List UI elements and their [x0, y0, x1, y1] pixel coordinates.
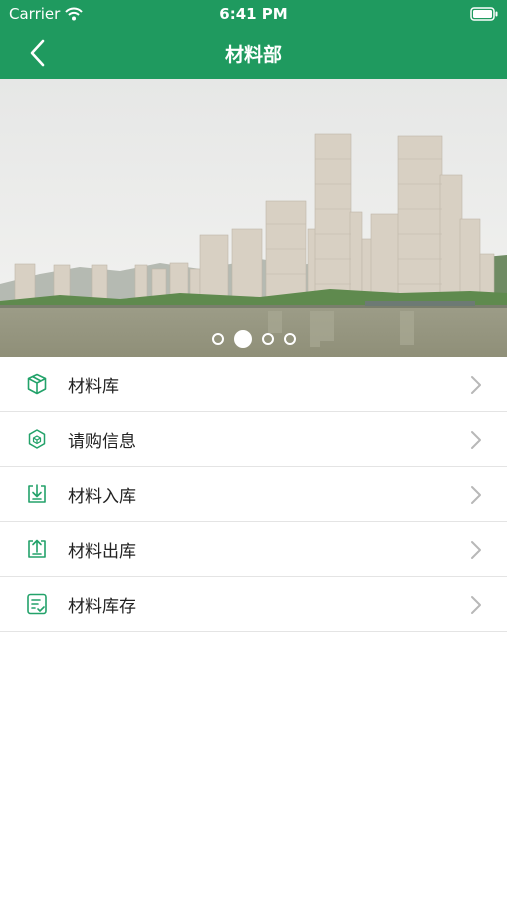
outbound-icon	[28, 539, 46, 558]
menu-item-label: 材料出库	[68, 541, 136, 562]
status-bar: Carrier 6:41 PM	[0, 0, 507, 28]
menu-item-material-inbound[interactable]: 材料入库	[0, 467, 507, 522]
chevron-right-icon	[471, 376, 481, 394]
menu-item-label: 请购信息	[68, 431, 136, 452]
menu-item-material-outbound[interactable]: 材料出库	[0, 522, 507, 577]
menu-item-purchase-request[interactable]: 请购信息	[0, 412, 507, 467]
menu-item-material-inventory[interactable]: 材料库存	[0, 577, 507, 632]
nav-bar: 材料部	[0, 28, 507, 79]
menu-item-label: 材料库存	[68, 596, 136, 617]
app-header: Carrier 6:41 PM 材料部	[0, 0, 507, 79]
menu-item-label: 材料库	[68, 376, 119, 397]
status-time: 6:41 PM	[219, 5, 288, 23]
page-title: 材料部	[224, 44, 282, 66]
menu-item-label: 材料入库	[68, 486, 136, 507]
chevron-right-icon	[471, 486, 481, 504]
inbound-icon	[28, 484, 46, 503]
menu-item-material-library[interactable]: 材料库	[0, 357, 507, 412]
carousel-indicator[interactable]	[0, 330, 507, 348]
carousel-dot[interactable]	[233, 330, 252, 348]
chevron-right-icon	[471, 431, 481, 449]
menu-list: 材料库 请购信息 材料入库 材料出库 材料库存	[0, 357, 507, 632]
banner-carousel[interactable]	[0, 79, 507, 357]
package-icon	[27, 373, 47, 395]
carousel-dot[interactable]	[261, 333, 274, 345]
carousel-dot[interactable]	[211, 333, 224, 345]
chevron-right-icon	[471, 596, 481, 614]
battery-icon	[470, 7, 498, 21]
carousel-dot[interactable]	[283, 333, 296, 345]
purchase-request-icon	[28, 429, 46, 449]
inventory-icon	[27, 593, 47, 615]
banner-image	[0, 79, 507, 357]
chevron-right-icon	[471, 541, 481, 559]
